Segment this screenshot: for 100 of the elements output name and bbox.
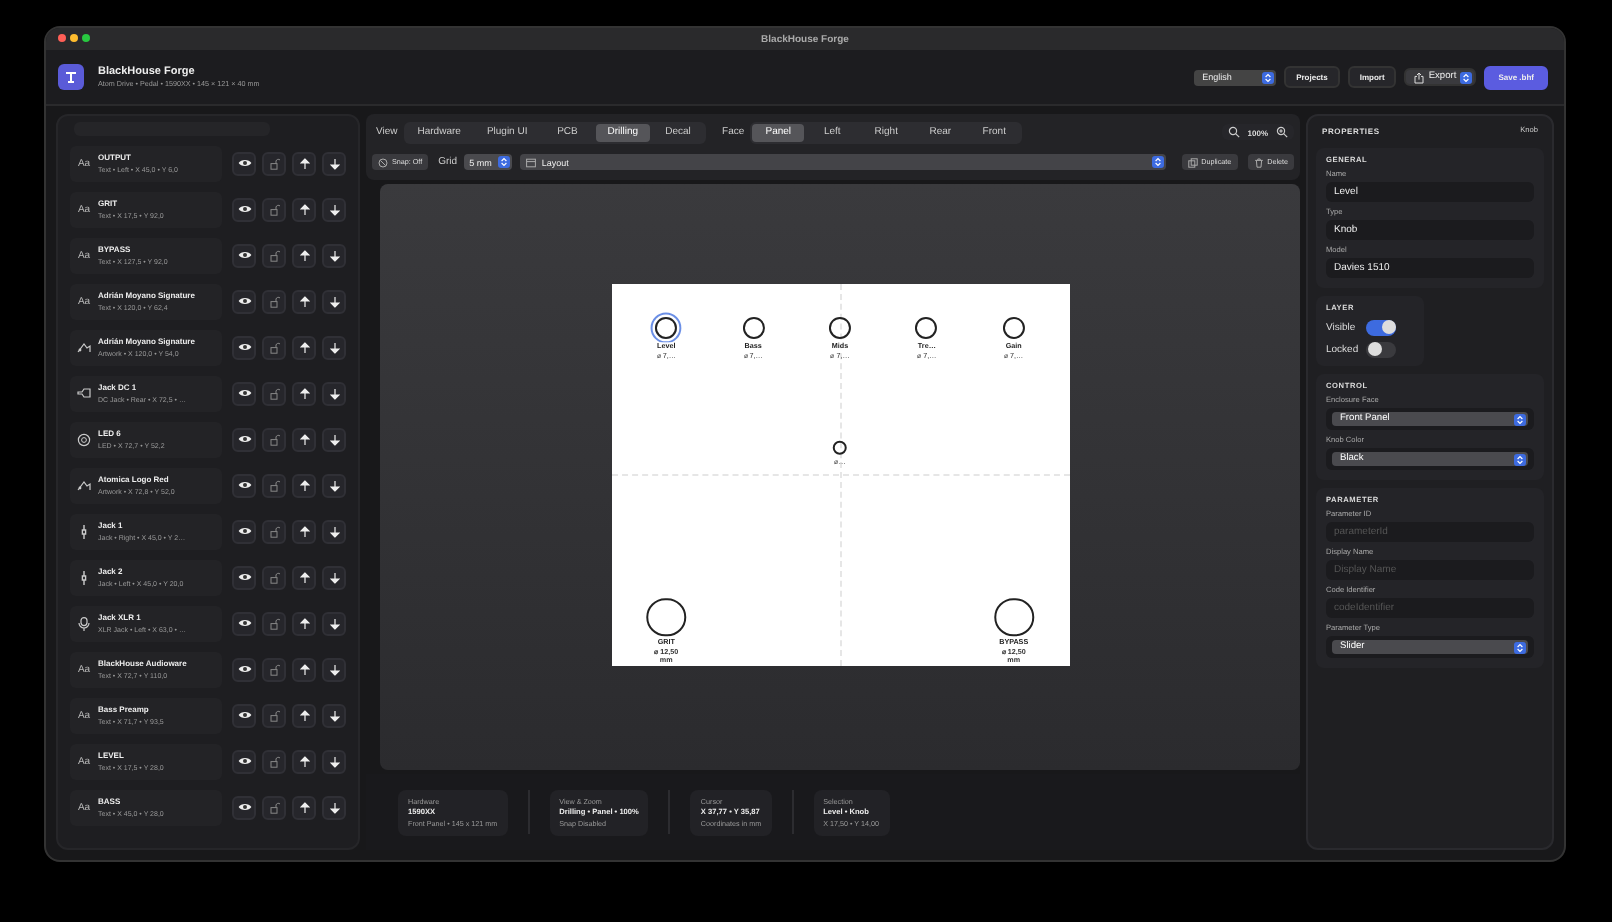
move-up-button[interactable] bbox=[292, 289, 316, 313]
lock-toggle[interactable] bbox=[262, 381, 286, 405]
move-down-button[interactable] bbox=[322, 151, 346, 175]
move-down-button[interactable] bbox=[322, 565, 346, 589]
visibility-toggle[interactable] bbox=[232, 243, 256, 267]
lock-toggle[interactable] bbox=[262, 519, 286, 543]
visibility-toggle[interactable] bbox=[232, 611, 256, 635]
visibility-toggle[interactable] bbox=[232, 565, 256, 589]
move-up-button[interactable] bbox=[292, 795, 316, 819]
stepper-icon bbox=[1514, 413, 1526, 425]
move-down-button[interactable] bbox=[322, 703, 346, 727]
visibility-toggle[interactable] bbox=[232, 703, 256, 727]
zoom-in-button[interactable] bbox=[1276, 126, 1288, 138]
stepper-icon bbox=[1514, 641, 1526, 653]
lock-toggle[interactable] bbox=[262, 473, 286, 497]
knob-hole[interactable] bbox=[828, 317, 852, 340]
eye-icon bbox=[237, 756, 251, 766]
move-down-button[interactable] bbox=[322, 657, 346, 681]
move-down-button[interactable] bbox=[322, 795, 346, 819]
move-down-button[interactable] bbox=[322, 519, 346, 543]
lock-icon bbox=[269, 663, 279, 675]
eye-icon bbox=[237, 342, 251, 352]
move-down-button[interactable] bbox=[322, 197, 346, 221]
lock-icon bbox=[269, 525, 279, 537]
move-up-button[interactable] bbox=[292, 197, 316, 221]
arrow-down-icon bbox=[329, 755, 339, 767]
lock-toggle[interactable] bbox=[262, 611, 286, 635]
move-down-button[interactable] bbox=[322, 335, 346, 359]
visibility-toggle[interactable] bbox=[232, 197, 256, 221]
move-down-button[interactable] bbox=[322, 289, 346, 313]
lock-toggle[interactable] bbox=[262, 289, 286, 313]
lock-toggle[interactable] bbox=[262, 151, 286, 175]
stepper-icon bbox=[1460, 71, 1473, 83]
move-up-button[interactable] bbox=[292, 151, 316, 175]
visibility-toggle[interactable] bbox=[232, 519, 256, 543]
visibility-toggle[interactable] bbox=[232, 657, 256, 681]
arrow-up-icon bbox=[299, 801, 309, 813]
lock-toggle[interactable] bbox=[262, 703, 286, 727]
move-up-button[interactable] bbox=[292, 565, 316, 589]
arrow-up-icon bbox=[299, 755, 309, 767]
led-hole[interactable] bbox=[832, 440, 848, 456]
knob-hole[interactable] bbox=[655, 317, 678, 340]
switch-hole[interactable] bbox=[994, 597, 1034, 637]
move-up-button[interactable] bbox=[292, 611, 316, 635]
move-up-button[interactable] bbox=[292, 473, 316, 497]
toggle-switch[interactable] bbox=[1366, 319, 1396, 335]
move-down-button[interactable] bbox=[322, 381, 346, 405]
zoom-out-icon bbox=[1227, 126, 1240, 138]
window-icon bbox=[525, 157, 536, 167]
arrow-down-icon bbox=[329, 479, 339, 491]
lock-toggle[interactable] bbox=[262, 749, 286, 773]
eye-icon bbox=[237, 204, 251, 214]
visibility-toggle[interactable] bbox=[232, 289, 256, 313]
arrow-up-icon bbox=[299, 433, 309, 445]
move-down-button[interactable] bbox=[322, 611, 346, 635]
move-up-button[interactable] bbox=[292, 703, 316, 727]
lock-toggle[interactable] bbox=[262, 657, 286, 681]
move-up-button[interactable] bbox=[292, 519, 316, 543]
lock-icon bbox=[269, 479, 279, 491]
switch-hole[interactable] bbox=[646, 597, 686, 637]
move-down-button[interactable] bbox=[322, 473, 346, 497]
arrow-down-icon bbox=[329, 203, 339, 215]
zoom-out-button[interactable] bbox=[1227, 126, 1240, 138]
knob-hole[interactable] bbox=[742, 317, 765, 340]
move-up-button[interactable] bbox=[292, 335, 316, 359]
arrow-up-icon bbox=[299, 709, 309, 721]
eye-icon bbox=[237, 710, 251, 720]
visibility-toggle[interactable] bbox=[232, 473, 256, 497]
move-down-button[interactable] bbox=[322, 749, 346, 773]
arrow-up-icon bbox=[299, 525, 309, 537]
lock-toggle[interactable] bbox=[262, 427, 286, 451]
move-up-button[interactable] bbox=[292, 749, 316, 773]
arrow-up-icon bbox=[299, 571, 309, 583]
lock-toggle[interactable] bbox=[262, 243, 286, 267]
copy-icon bbox=[1187, 157, 1198, 167]
move-up-button[interactable] bbox=[292, 243, 316, 267]
visibility-toggle[interactable] bbox=[232, 795, 256, 819]
eye-icon bbox=[237, 618, 251, 628]
move-down-button[interactable] bbox=[322, 243, 346, 267]
move-down-button[interactable] bbox=[322, 427, 346, 451]
eye-icon bbox=[237, 296, 251, 306]
shapes-icon bbox=[76, 339, 92, 355]
visibility-toggle[interactable] bbox=[232, 335, 256, 359]
plug-icon bbox=[76, 385, 92, 401]
toggle-switch[interactable] bbox=[1366, 341, 1396, 357]
arrow-up-icon bbox=[299, 295, 309, 307]
move-up-button[interactable] bbox=[292, 381, 316, 405]
lock-toggle[interactable] bbox=[262, 335, 286, 359]
visibility-toggle[interactable] bbox=[232, 427, 256, 451]
move-up-button[interactable] bbox=[292, 427, 316, 451]
knob-hole[interactable] bbox=[915, 317, 938, 340]
visibility-toggle[interactable] bbox=[232, 151, 256, 175]
lock-toggle[interactable] bbox=[262, 795, 286, 819]
move-up-button[interactable] bbox=[292, 657, 316, 681]
lock-toggle[interactable] bbox=[262, 565, 286, 589]
visibility-toggle[interactable] bbox=[232, 381, 256, 405]
knob-hole[interactable] bbox=[1002, 317, 1025, 340]
stepper-icon bbox=[497, 156, 510, 168]
lock-toggle[interactable] bbox=[262, 197, 286, 221]
visibility-toggle[interactable] bbox=[232, 749, 256, 773]
